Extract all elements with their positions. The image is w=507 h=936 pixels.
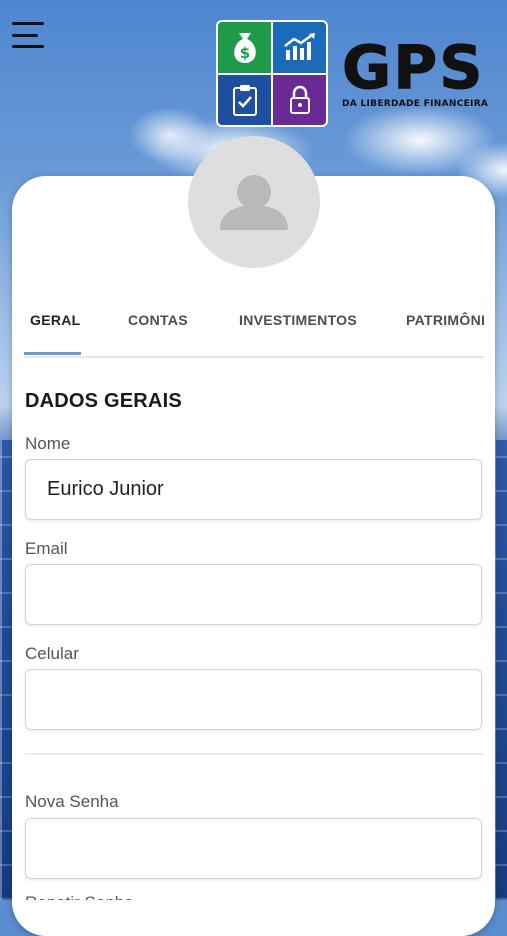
celular-field[interactable] <box>25 669 482 730</box>
tab-contas[interactable]: CONTAS <box>128 312 188 328</box>
hamburger-menu-icon[interactable] <box>12 22 46 48</box>
padlock-icon <box>273 74 326 125</box>
nova-senha-field[interactable] <box>25 818 482 879</box>
profile-tabs: GERAL CONTAS INVESTIMENTOS PATRIMÔNI <box>24 300 484 358</box>
chart-up-icon <box>273 22 326 73</box>
nome-field[interactable] <box>25 459 482 520</box>
app-logo: $ GPS DA LIBERDADE FINANCEIRA <box>216 20 488 127</box>
svg-text:$: $ <box>239 44 249 62</box>
email-field[interactable] <box>25 564 482 625</box>
user-silhouette-icon <box>220 175 288 230</box>
email-label: Email <box>25 539 68 558</box>
tab-patrimonio[interactable]: PATRIMÔNI <box>406 312 484 328</box>
section-title: DADOS GERAIS <box>25 390 182 412</box>
repetir-senha-label: Repetir Senha <box>25 893 134 900</box>
active-tab-indicator <box>24 352 81 355</box>
form-divider <box>25 753 483 755</box>
money-bag-icon: $ <box>218 22 271 73</box>
logo-wordmark: GPS <box>341 33 485 103</box>
celular-label: Celular <box>25 644 79 663</box>
profile-avatar[interactable] <box>188 136 320 268</box>
logo-subtitle: DA LIBERDADE FINANCEIRA <box>342 99 489 109</box>
logo-text: GPS DA LIBERDADE FINANCEIRA <box>341 33 489 110</box>
tab-investimentos[interactable]: INVESTIMENTOS <box>239 312 357 328</box>
logo-tiles: $ <box>216 20 328 127</box>
tab-geral[interactable]: GERAL <box>30 312 81 328</box>
nome-label: Nome <box>25 434 71 453</box>
clipboard-check-icon <box>218 74 271 125</box>
nova-senha-label: Nova Senha <box>25 792 119 811</box>
